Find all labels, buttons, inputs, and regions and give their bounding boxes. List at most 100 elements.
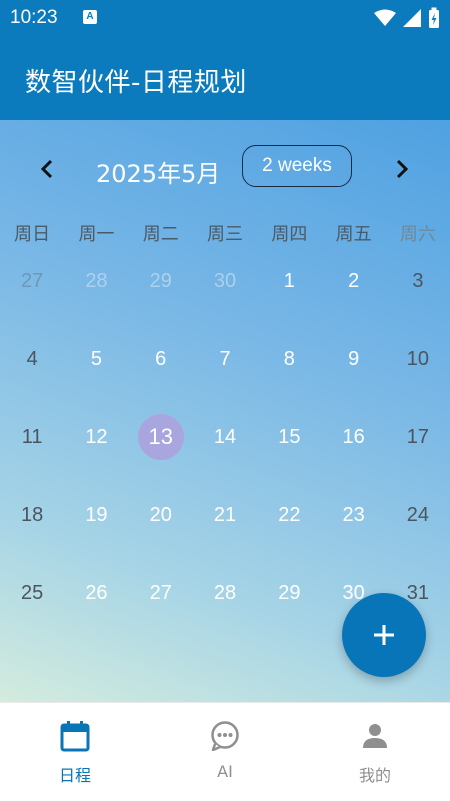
app-title: 数智伙伴-日程规划	[25, 68, 247, 98]
notification-icon: A	[83, 10, 97, 24]
person-icon	[359, 719, 391, 753]
day-cell[interactable]: 4	[0, 336, 64, 414]
weekday-label: 周六	[399, 224, 436, 245]
day-cell[interactable]: 24	[386, 492, 450, 570]
day-number: 5	[90, 348, 102, 370]
day-number: 23	[342, 504, 365, 526]
calendar-grid: 27 28 29 30 1 2 3 4 5 6 7 8 9 10 11 12 13 14 15 16 17 18 19 20 2…	[0, 258, 450, 648]
day-number: 27	[149, 582, 172, 604]
nav-item-profile[interactable]: 我的	[300, 703, 450, 801]
nav-label-profile: 我的	[358, 766, 391, 785]
day-number: 22	[278, 504, 301, 526]
day-cell[interactable]: 19	[64, 492, 128, 570]
previous-month-button[interactable]	[31, 153, 63, 185]
day-number: 1	[283, 270, 295, 292]
day-cell[interactable]: 5	[64, 336, 128, 414]
day-cell[interactable]: 14	[193, 414, 257, 492]
weekday-label: 周一	[78, 224, 115, 245]
nav-label-ai: AI	[217, 762, 233, 781]
nav-item-schedule[interactable]: 日程	[0, 703, 150, 801]
day-cell[interactable]: 3	[386, 258, 450, 336]
weekday-label: 周日	[14, 224, 51, 245]
day-number: 4	[26, 348, 38, 370]
day-number: 24	[406, 504, 430, 526]
chevron-right-icon	[396, 159, 409, 179]
day-cell[interactable]: 11	[0, 414, 64, 492]
day-number: 12	[85, 426, 108, 448]
day-number: 19	[85, 504, 108, 526]
day-cell[interactable]: 21	[193, 492, 257, 570]
day-cell[interactable]: 20	[129, 492, 193, 570]
next-month-button[interactable]	[386, 153, 418, 185]
chat-icon	[209, 719, 241, 753]
day-cell[interactable]: 27	[0, 258, 64, 336]
plus-icon	[374, 625, 394, 645]
day-cell[interactable]: 29	[257, 570, 321, 648]
day-cell[interactable]: 16	[321, 414, 385, 492]
nav-label-schedule: 日程	[58, 766, 91, 785]
day-number: 27	[21, 270, 44, 292]
bottom-navigation: 日程 AI 我的	[0, 702, 450, 801]
month-navigation: 2025年5月 2 weeks	[0, 145, 450, 193]
day-cell[interactable]: 22	[257, 492, 321, 570]
month-label: 2025年5月	[96, 160, 221, 188]
day-cell[interactable]: 12	[64, 414, 128, 492]
day-number: 6	[155, 348, 167, 370]
app-bar: 数智伙伴-日程规划	[0, 36, 450, 120]
day-number: 9	[348, 348, 360, 370]
weekday-label: 周四	[271, 224, 308, 245]
day-number: 17	[406, 426, 430, 448]
day-cell[interactable]: 18	[0, 492, 64, 570]
day-cell[interactable]: 26	[64, 570, 128, 648]
day-number: 18	[21, 504, 44, 526]
day-cell[interactable]: 10	[386, 336, 450, 414]
day-number: 7	[219, 348, 231, 370]
range-toggle-button[interactable]: 2 weeks	[242, 145, 352, 187]
day-number: 29	[149, 270, 172, 292]
day-cell[interactable]: 23	[321, 492, 385, 570]
add-event-button[interactable]	[342, 593, 426, 677]
day-number: 20	[149, 504, 172, 526]
day-number: 29	[278, 582, 301, 604]
day-cell[interactable]: 30	[193, 258, 257, 336]
day-cell[interactable]: 25	[0, 570, 64, 648]
battery-icon	[429, 7, 439, 28]
day-number: 25	[21, 582, 44, 604]
day-cell[interactable]: 8	[257, 336, 321, 414]
weekday-label: 周五	[335, 224, 372, 245]
signal-icon	[403, 9, 421, 27]
weekday-header: 周日 周一 周二 周三 周四 周五 周六	[0, 220, 450, 245]
status-time: 10:23	[10, 7, 58, 28]
day-number: 28	[85, 270, 108, 292]
day-number: 8	[283, 348, 295, 370]
day-cell[interactable]: 6	[129, 336, 193, 414]
day-cell[interactable]: 27	[129, 570, 193, 648]
status-bar: 10:23 A	[0, 0, 450, 36]
weekday-label: 周三	[207, 224, 244, 245]
day-cell[interactable]: 17	[386, 414, 450, 492]
weekday-label: 周二	[142, 224, 179, 245]
day-number: 15	[278, 426, 301, 448]
day-number: 14	[213, 426, 237, 448]
day-cell[interactable]: 29	[129, 258, 193, 336]
day-number: 13	[137, 414, 184, 460]
day-number: 28	[213, 582, 237, 604]
day-cell-today[interactable]: 13	[129, 414, 193, 492]
day-cell[interactable]: 28	[64, 258, 128, 336]
day-number: 16	[342, 426, 365, 448]
chevron-left-icon	[40, 159, 53, 179]
day-number: 3	[412, 270, 424, 292]
status-icons	[374, 7, 440, 29]
nav-item-ai[interactable]: AI	[150, 703, 300, 801]
day-number: 30	[213, 270, 237, 292]
day-number: 26	[85, 582, 108, 604]
day-cell[interactable]: 1	[257, 258, 321, 336]
day-cell[interactable]: 15	[257, 414, 321, 492]
calendar-icon	[59, 719, 91, 753]
day-cell[interactable]: 7	[193, 336, 257, 414]
day-number: 11	[21, 426, 43, 448]
day-cell[interactable]: 9	[321, 336, 385, 414]
day-cell[interactable]: 28	[193, 570, 257, 648]
day-number: 10	[406, 348, 430, 370]
day-cell[interactable]: 2	[321, 258, 385, 336]
